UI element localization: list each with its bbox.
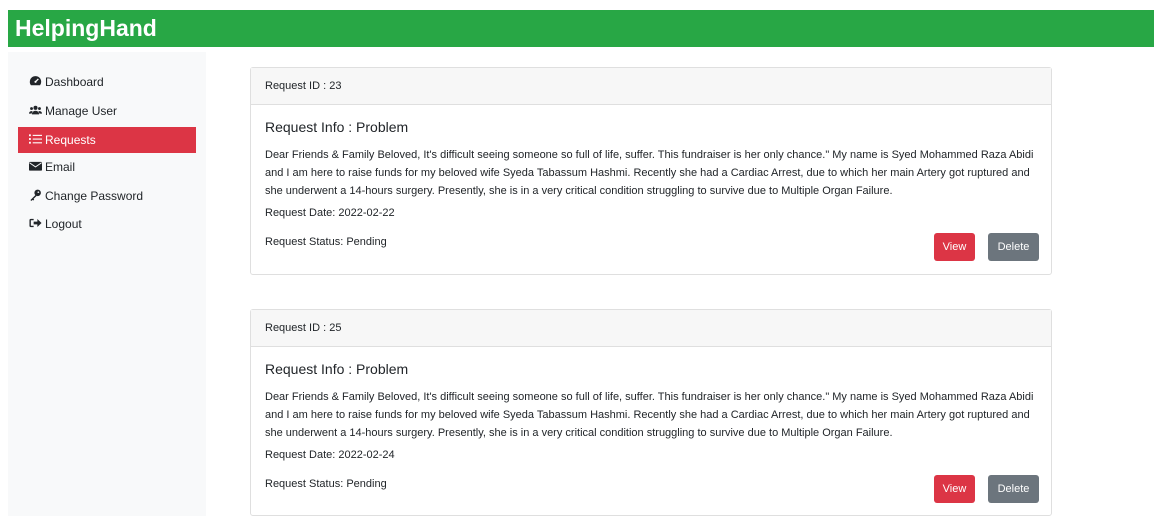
request-status: Request Status: Pending — [265, 478, 387, 490]
request-date: Request Date: 2022-02-24 — [265, 449, 395, 461]
sidebar-item-label: Dashboard — [45, 75, 104, 89]
request-title: Request Info : Problem — [265, 119, 409, 135]
request-id: Request ID : 25 — [251, 310, 1051, 347]
sidebar-item-manage-user[interactable]: Manage User — [18, 98, 196, 124]
top-navbar: HelpingHand — [8, 10, 1154, 47]
sidebar-item-email[interactable]: Email — [18, 154, 196, 180]
sidebar-item-requests[interactable]: Requests — [18, 127, 196, 153]
view-button[interactable]: View — [934, 233, 975, 261]
request-date: Request Date: 2022-02-22 — [265, 207, 395, 219]
view-button[interactable]: View — [934, 475, 975, 503]
request-title: Request Info : Problem — [265, 361, 409, 377]
request-card: Request ID : 23 Request Info : Problem D… — [250, 67, 1052, 275]
sidebar-item-label: Change Password — [45, 189, 144, 203]
delete-button[interactable]: Delete — [988, 233, 1039, 261]
delete-button[interactable]: Delete — [988, 475, 1039, 503]
key-icon — [29, 189, 42, 201]
sidebar-item-label: Requests — [45, 133, 96, 147]
envelope-icon — [29, 160, 42, 172]
request-description: Dear Friends & Family Beloved, It's diff… — [265, 391, 1034, 439]
sidebar-item-label: Email — [45, 160, 76, 174]
sidebar-item-dashboard[interactable]: Dashboard — [18, 69, 196, 95]
sidebar: Dashboard Manage User Requests Email Cha… — [8, 52, 206, 516]
sidebar-item-label: Manage User — [45, 104, 118, 118]
logout-icon — [29, 217, 42, 229]
sidebar-item-logout[interactable]: Logout — [18, 211, 196, 237]
sidebar-item-label: Logout — [45, 217, 82, 231]
list-icon — [29, 133, 42, 145]
sidebar-item-change-password[interactable]: Change Password — [18, 183, 196, 209]
dashboard-icon — [29, 75, 42, 87]
request-status: Request Status: Pending — [265, 236, 387, 248]
brand-logo[interactable]: HelpingHand — [15, 15, 157, 42]
request-description: Dear Friends & Family Beloved, It's diff… — [265, 149, 1034, 197]
users-icon — [29, 104, 42, 116]
request-id: Request ID : 23 — [251, 68, 1051, 105]
request-card: Request ID : 25 Request Info : Problem D… — [250, 309, 1052, 516]
